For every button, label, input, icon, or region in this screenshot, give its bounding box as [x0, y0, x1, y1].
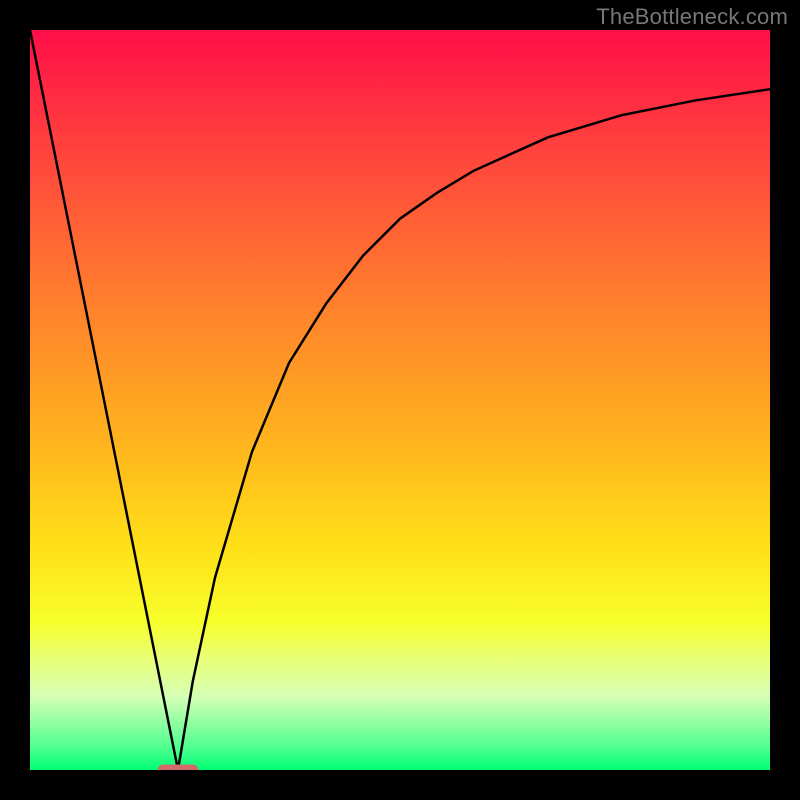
curve-minimum-marker: [158, 764, 199, 770]
chart-plot: [30, 30, 770, 770]
plot-background: [30, 30, 770, 770]
chart-frame: TheBottleneck.com: [0, 0, 800, 800]
watermark-text: TheBottleneck.com: [596, 4, 788, 30]
